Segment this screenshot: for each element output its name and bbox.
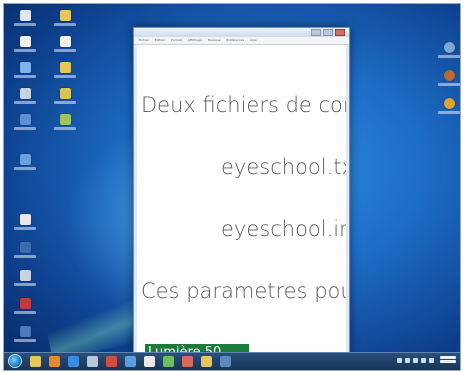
program-icon[interactable] [144,356,155,367]
computer-icon [19,10,31,21]
desktop-shortcut[interactable] [52,62,78,90]
shortcut-label [54,101,76,104]
text-editor-window[interactable]: Fichier Edition Format Affichage Musique… [133,27,350,357]
program-icon [19,242,31,253]
tray-icon[interactable] [405,358,410,363]
program-icon[interactable] [201,356,212,367]
desktop-shortcut[interactable] [436,42,460,70]
system-tray [397,358,434,363]
clock[interactable] [440,356,456,366]
desktop-shortcut[interactable] [436,70,460,98]
desktop-shortcut[interactable] [12,154,38,182]
desktop-shortcut[interactable] [436,98,460,126]
desktop-shortcut[interactable] [12,298,38,326]
media-player-icon[interactable] [49,356,60,367]
browser-icon[interactable] [68,356,79,367]
window-controls [311,29,345,36]
folder-icon [59,88,71,99]
desktop-shortcut[interactable] [52,114,78,142]
start-button[interactable] [8,354,22,368]
shortcut-label [14,23,36,26]
taskbar [4,352,460,370]
desktop-shortcut[interactable] [12,242,38,270]
shortcut-label [14,49,36,52]
menu-item-preferences[interactable]: Préférences [226,37,244,44]
network-icon [19,62,31,73]
desktop-shortcut[interactable] [52,10,78,38]
program-icon [19,298,31,309]
tray-icon[interactable] [421,358,426,363]
menu-item-affichage[interactable]: Affichage [188,37,202,44]
program-icon[interactable] [220,356,231,367]
document-icon [19,36,31,47]
desktop-shortcut[interactable] [12,62,38,90]
folder-icon [59,10,71,21]
shortcut-label [14,255,36,258]
shortcut-label [14,283,36,286]
desktop-shortcut[interactable] [12,88,38,116]
shortcut-label [438,55,460,58]
shortcut-label [54,75,76,78]
recycle-bin-icon [19,88,31,99]
program-icon[interactable] [87,356,98,367]
program-icon [443,42,455,53]
shortcut-label [438,83,460,86]
program-icon [19,114,31,125]
shortcut-label [14,311,36,314]
folder-icon [59,114,71,125]
menu-item-musique[interactable]: Musique [208,37,221,44]
shortcut-label [54,127,76,130]
folder-icon [59,62,71,73]
tray-icon[interactable] [429,358,434,363]
program-icon[interactable] [125,356,136,367]
menu-item-fichier[interactable]: Fichier [139,37,149,44]
program-icon [19,214,31,225]
tray-icon[interactable] [397,358,402,363]
folder-icon[interactable] [30,356,41,367]
desktop: Fichier Edition Format Affichage Musique… [3,3,461,371]
desktop-shortcut[interactable] [12,10,38,38]
desktop-shortcut[interactable] [12,326,38,354]
shortcut-label [14,339,36,342]
window-titlebar[interactable] [134,28,349,37]
program-icon[interactable] [163,356,174,367]
program-icon [19,270,31,281]
maximize-icon[interactable] [323,29,333,36]
desktop-shortcut[interactable] [12,114,38,142]
desktop-shortcut[interactable] [12,270,38,298]
menu-bar: Fichier Edition Format Affichage Musique… [134,37,349,45]
document-icon [59,36,71,47]
shortcut-label [14,127,36,130]
text-line: eyeschool.in [221,217,346,241]
program-icon [443,98,455,109]
desktop-shortcut[interactable] [12,214,38,242]
text-area[interactable]: Deux fichiers de con eyeschool.tx eyesch… [137,45,346,353]
shortcut-label [54,49,76,52]
program-icon [443,70,455,81]
shortcut-label [438,111,460,114]
desktop-shortcut[interactable] [52,88,78,116]
program-icon[interactable] [106,356,117,367]
text-line: eyeschool.tx [221,155,346,179]
menu-item-edition[interactable]: Edition [155,37,165,44]
desktop-shortcut[interactable] [52,36,78,64]
program-icon [19,154,31,165]
shortcut-label [54,23,76,26]
menu-item-format[interactable]: Format [171,37,182,44]
close-icon[interactable] [335,29,345,36]
text-line: Ces parametres pou [141,279,346,303]
shortcut-label [14,227,36,230]
tray-icon[interactable] [413,358,418,363]
minimize-icon[interactable] [311,29,321,36]
text-line: Deux fichiers de con [141,93,346,117]
shortcut-label [14,101,36,104]
shortcut-label [14,75,36,78]
program-icon [19,326,31,337]
desktop-shortcut[interactable] [12,36,38,64]
program-icon[interactable] [182,356,193,367]
menu-item-aide[interactable]: Aide [250,37,257,44]
shortcut-label [14,167,36,170]
